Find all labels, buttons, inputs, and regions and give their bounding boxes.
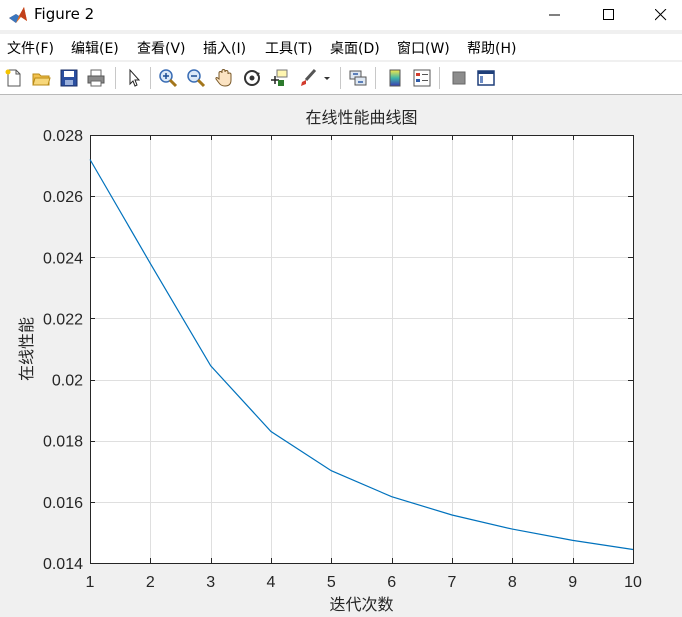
x-tick-label: 8 [508,574,517,591]
brush-button[interactable] [296,66,320,90]
zoom-out-button[interactable] [184,66,208,90]
window-title: Figure 2 [34,5,95,23]
link-plot-icon [349,70,367,86]
y-tick-label: 0.028 [43,128,83,145]
x-tick-label: 10 [624,574,642,591]
y-tick-label: 0.018 [43,434,83,451]
x-tick-label: 9 [568,574,577,591]
brush-dropdown-button[interactable] [320,66,334,90]
x-tick-label: 4 [267,574,276,591]
save-icon [60,69,78,87]
select-button[interactable] [122,66,146,90]
menu-bar: 文件(F) 编辑(E) 查看(V) 插入(I) 工具(T) 桌面(D) 窗口(W… [0,34,682,60]
data-cursor-icon [271,69,288,86]
y-axis-label: 在线性能 [17,317,36,381]
zoom-in-icon [159,69,178,88]
minimize-icon [549,14,560,16]
data-point [89,159,90,160]
x-tick-label: 2 [146,574,155,591]
line-chart: 1 2 3 4 5 6 7 8 9 10 0.014 0.016 0.018 0.02 0.022 0.02… [17,108,642,614]
y-tick-label: 0.016 [43,495,83,512]
show-plot-tools-button[interactable] [474,66,498,90]
matlab-logo-icon [8,5,28,25]
data-point [150,263,151,264]
toolbar-separator [115,67,116,89]
toolbar-separator [439,67,440,89]
y-tick-label: 0.02 [52,373,83,390]
rotate-3d-button[interactable] [240,66,264,90]
toolbar-separator [150,67,151,89]
menu-view[interactable]: 查看(V) [137,38,186,58]
brush-icon [301,68,317,86]
zoom-out-icon [187,69,206,88]
print-button[interactable] [84,66,108,90]
hide-plot-tools-button[interactable] [447,66,471,90]
y-tick-label: 0.014 [43,556,83,573]
window-title-bar[interactable]: Figure 2 [0,0,682,30]
x-tick-label: 6 [387,574,396,591]
x-tick-label: 3 [206,574,215,591]
open-file-icon [32,73,51,86]
plot-area [90,135,633,563]
brush-dropdown-icon [324,77,330,80]
print-icon [87,69,105,87]
data-point [270,431,271,432]
data-point [632,549,633,550]
menu-insert[interactable]: 插入(I) [203,38,246,58]
hide-plot-tools-icon [452,71,466,85]
toolbar-separator [375,67,376,89]
data-point [391,496,392,497]
new-figure-icon [5,69,21,87]
menu-help[interactable]: 帮助(H) [467,38,516,58]
y-tick-label: 0.026 [43,189,83,206]
menu-window[interactable]: 窗口(W) [397,38,450,58]
link-plot-button[interactable] [346,66,370,90]
x-tick-label: 7 [448,574,457,591]
data-point [512,528,513,529]
menu-file[interactable]: 文件(F) [7,38,54,58]
chart-title: 在线性能曲线图 [305,108,417,127]
close-icon [655,9,667,21]
colorbar-icon [389,69,401,87]
save-button[interactable] [57,66,81,90]
figure-toolbar [0,62,682,95]
data-point [572,540,573,541]
data-point [331,470,332,471]
menu-edit[interactable]: 编辑(E) [71,38,119,58]
menu-tools[interactable]: 工具(T) [265,38,312,58]
data-point [451,514,452,515]
open-file-button[interactable] [29,66,53,90]
y-tick-labels: 0.014 0.016 0.018 0.02 0.022 0.024 0.026 0.028 [43,128,83,573]
show-plot-tools-icon [477,70,495,86]
insert-colorbar-button[interactable] [383,66,407,90]
select-arrow-icon [129,68,141,87]
y-tick-label: 0.022 [43,311,83,328]
data-point [210,365,211,366]
rotate-3d-icon [244,70,260,86]
pan-button[interactable] [212,66,236,90]
new-figure-button[interactable] [2,66,26,90]
zoom-in-button[interactable] [156,66,180,90]
y-tick-label: 0.024 [43,250,83,267]
maximize-button[interactable] [586,0,632,30]
toolbar-separator [340,67,341,89]
legend-icon [413,69,431,87]
minimize-button[interactable] [532,0,578,30]
pan-hand-icon [215,68,232,87]
maximize-icon [603,9,614,20]
menu-desktop[interactable]: 桌面(D) [330,38,380,58]
close-button[interactable] [638,0,682,30]
data-cursor-button[interactable] [267,66,291,90]
x-axis-label: 迭代次数 [329,595,393,614]
x-tick-label: 5 [327,574,336,591]
x-tick-labels: 1 2 3 4 5 6 7 8 9 10 [86,574,642,591]
insert-legend-button[interactable] [410,66,434,90]
x-tick-label: 1 [86,574,95,591]
